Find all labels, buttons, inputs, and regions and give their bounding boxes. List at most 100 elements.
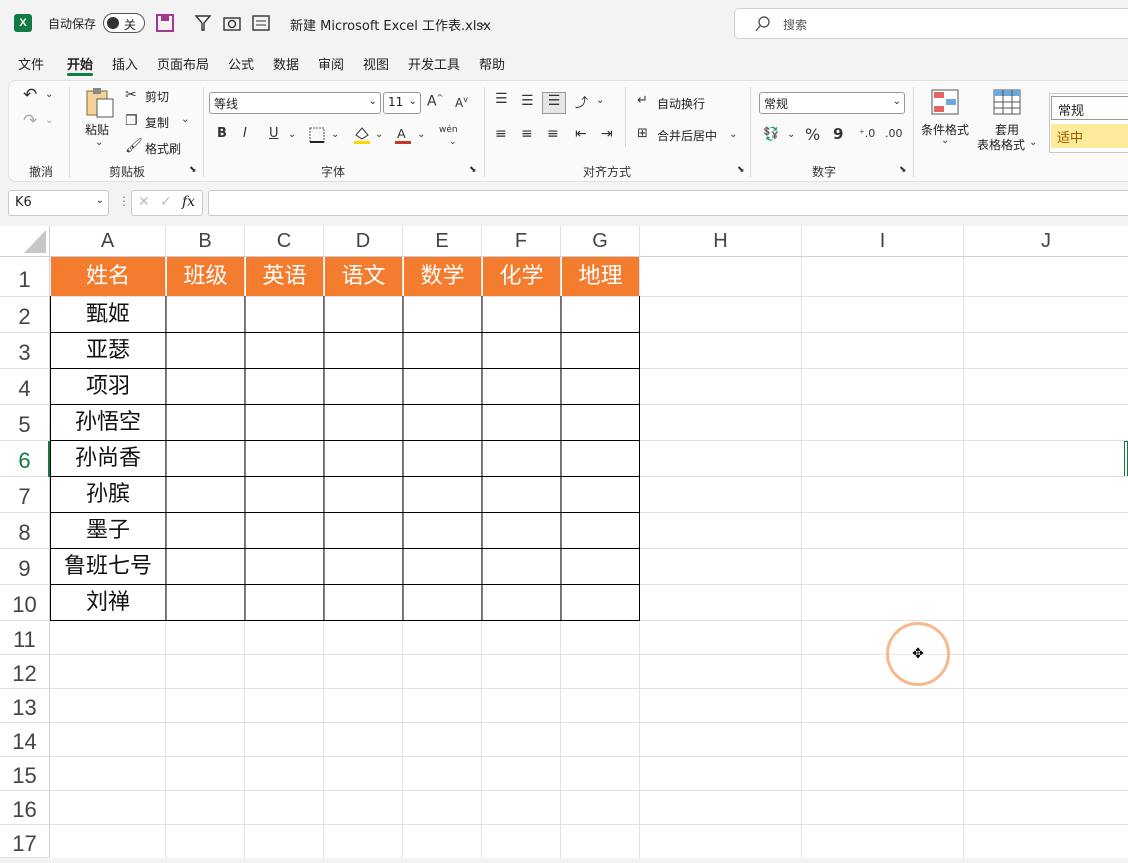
- row-header-9[interactable]: 9: [0, 549, 50, 585]
- row-header-17[interactable]: 17: [0, 825, 50, 858]
- row-header-13[interactable]: 13: [0, 689, 50, 723]
- align-bottom-icon[interactable]: ☰: [542, 92, 566, 114]
- form-icon[interactable]: [252, 14, 270, 32]
- tab-help[interactable]: 帮助: [479, 54, 505, 73]
- phonetic-icon[interactable]: wén: [439, 125, 458, 135]
- tab-view[interactable]: 视图: [363, 54, 389, 73]
- scissors-icon[interactable]: ✂: [125, 87, 137, 103]
- cut-button[interactable]: 剪切: [145, 88, 169, 105]
- select-all-button[interactable]: [0, 226, 50, 257]
- cell-styles-gallery[interactable]: 常规 适中: [1049, 93, 1128, 153]
- italic-button[interactable]: I: [243, 126, 247, 141]
- align-middle-icon[interactable]: ☰: [521, 93, 534, 109]
- name-cell[interactable]: 孙膑: [51, 477, 165, 512]
- cancel-icon[interactable]: ✕: [138, 194, 150, 210]
- column-header-a[interactable]: A: [50, 226, 166, 257]
- column-header-d[interactable]: D: [324, 226, 403, 257]
- name-cell[interactable]: 鲁班七号: [51, 549, 165, 584]
- autosave-toggle[interactable]: 关: [103, 13, 145, 33]
- chevron-down-icon[interactable]: ⌄: [449, 137, 457, 147]
- redo-icon[interactable]: ↷: [23, 111, 37, 131]
- tab-file[interactable]: 文件: [18, 54, 44, 73]
- format-painter-button[interactable]: 格式刷: [145, 140, 181, 157]
- dialog-launcher-icon[interactable]: ⬊: [469, 165, 477, 175]
- row-header-16[interactable]: 16: [0, 791, 50, 825]
- copy-button[interactable]: 复制: [145, 114, 169, 131]
- orientation-icon[interactable]: ⤴: [575, 92, 588, 111]
- column-header-c[interactable]: C: [245, 226, 324, 257]
- align-top-icon[interactable]: ☰: [495, 91, 508, 107]
- name-cell[interactable]: 项羽: [51, 369, 165, 404]
- border-icon[interactable]: [309, 127, 325, 143]
- wrap-text-button[interactable]: 自动换行: [657, 95, 705, 112]
- chevron-down-icon[interactable]: ⌄: [941, 135, 949, 146]
- name-cell[interactable]: 甄姬: [51, 297, 165, 332]
- insert-function-button[interactable]: fx: [182, 194, 195, 210]
- increase-decimal-icon[interactable]: ⁺.0: [859, 127, 875, 140]
- name-cell[interactable]: 墨子: [51, 513, 165, 548]
- header-cell-name[interactable]: 姓名: [51, 257, 165, 296]
- header-cell-chemistry[interactable]: 化学: [482, 257, 560, 296]
- tab-formulas[interactable]: 公式: [228, 54, 254, 73]
- enter-icon[interactable]: ✓: [160, 194, 172, 210]
- header-cell-chinese[interactable]: 语文: [324, 257, 402, 296]
- style-neutral[interactable]: 适中: [1051, 124, 1128, 148]
- increase-indent-icon[interactable]: ⇥: [601, 126, 613, 142]
- format-painter-icon[interactable]: 🖌: [125, 138, 143, 154]
- fill-color-icon[interactable]: [352, 125, 372, 145]
- name-cell[interactable]: 孙尚香: [51, 441, 165, 476]
- chevron-down-icon[interactable]: ⌄: [596, 95, 604, 106]
- column-header-g[interactable]: G: [561, 226, 640, 257]
- increase-font-icon[interactable]: A^: [427, 93, 443, 110]
- font-color-icon[interactable]: A: [393, 125, 413, 145]
- row-header-7[interactable]: 7: [0, 477, 50, 513]
- column-header-b[interactable]: B: [166, 226, 245, 257]
- format-as-table-label-2[interactable]: 表格格式: [977, 136, 1025, 153]
- copy-icon[interactable]: ❐: [125, 113, 138, 129]
- header-cell-class[interactable]: 班级: [166, 257, 244, 296]
- align-center-icon[interactable]: ≡: [521, 126, 533, 142]
- tab-data[interactable]: 数据: [273, 54, 299, 73]
- align-left-icon[interactable]: ≡: [495, 126, 507, 142]
- currency-icon[interactable]: 💱: [763, 127, 779, 142]
- name-cell[interactable]: 刘禅: [51, 585, 165, 620]
- row-header-3[interactable]: 3: [0, 333, 50, 369]
- font-size-select[interactable]: 11 ⌄: [383, 92, 421, 114]
- chevron-down-icon[interactable]: ⌄: [181, 114, 189, 125]
- number-format-select[interactable]: 常规 ⌄: [759, 92, 905, 114]
- more-options-icon[interactable]: ⋮: [118, 194, 130, 208]
- name-cell[interactable]: 亚瑟: [51, 333, 165, 368]
- column-header-f[interactable]: F: [482, 226, 561, 257]
- header-cell-english[interactable]: 英语: [245, 257, 323, 296]
- tab-review[interactable]: 审阅: [318, 54, 344, 73]
- column-header-i[interactable]: I: [802, 226, 964, 257]
- chevron-down-icon[interactable]: ⌄: [478, 15, 488, 29]
- row-header-10[interactable]: 10: [0, 585, 50, 621]
- decrease-decimal-icon[interactable]: .00: [885, 127, 903, 140]
- row-header-15[interactable]: 15: [0, 757, 50, 791]
- chevron-down-icon[interactable]: ⌄: [729, 129, 737, 140]
- row-header-5[interactable]: 5: [0, 405, 50, 441]
- conditional-format-icon[interactable]: [931, 89, 959, 115]
- chevron-down-icon[interactable]: ⌄: [417, 129, 425, 140]
- bold-button[interactable]: B: [217, 126, 227, 141]
- row-header-11[interactable]: 11: [0, 621, 50, 655]
- header-cell-math[interactable]: 数学: [403, 257, 481, 296]
- file-name[interactable]: 新建 Microsoft Excel 工作表.xlsx: [290, 15, 491, 34]
- tab-developer[interactable]: 开发工具: [408, 54, 460, 73]
- chevron-down-icon[interactable]: ⌄: [331, 129, 339, 140]
- underline-button[interactable]: U: [269, 126, 279, 141]
- row-header-2[interactable]: 2: [0, 297, 50, 333]
- column-header-j[interactable]: J: [964, 226, 1128, 257]
- chevron-down-icon[interactable]: ⌄: [95, 137, 103, 148]
- filter-icon[interactable]: [194, 14, 212, 32]
- header-cell-geography[interactable]: 地理: [561, 257, 639, 296]
- tab-home[interactable]: 开始: [67, 54, 93, 73]
- paste-icon[interactable]: [83, 87, 115, 119]
- percent-button[interactable]: %: [805, 125, 820, 144]
- wrap-text-icon[interactable]: ↵: [637, 93, 648, 108]
- dialog-launcher-icon[interactable]: ⬊: [899, 165, 907, 175]
- camera-icon[interactable]: [222, 14, 242, 32]
- dialog-launcher-icon[interactable]: ⬊: [189, 165, 197, 175]
- tab-page-layout[interactable]: 页面布局: [157, 54, 209, 73]
